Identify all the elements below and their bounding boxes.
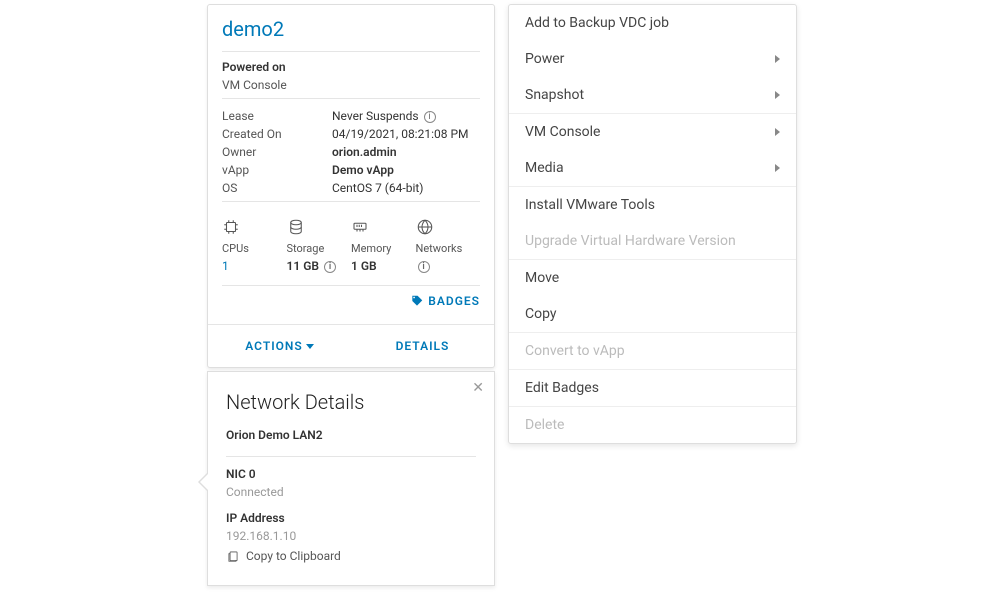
network-icon (416, 218, 481, 236)
storage-value: 11 GB (287, 259, 320, 273)
cpus-value[interactable]: 1 (222, 259, 287, 273)
network-details-title: Network Details (226, 390, 476, 414)
os-label: OS (222, 181, 332, 195)
info-icon[interactable]: i (324, 261, 336, 273)
menu-snapshot[interactable]: Snapshot (509, 77, 796, 113)
vm-power-status: Powered on (222, 60, 480, 74)
cpus-label: CPUs (222, 242, 287, 255)
menu-media[interactable]: Media (509, 150, 796, 186)
menu-convert-to-vapp: Convert to vApp (509, 333, 796, 369)
copy-to-clipboard-button[interactable]: Copy to Clipboard (226, 549, 476, 563)
vm-card: demo2 Powered on VM Console Lease Never … (207, 4, 495, 368)
details-button[interactable]: DETAILS (351, 325, 494, 367)
lease-label: Lease (222, 109, 332, 123)
menu-power[interactable]: Power (509, 41, 796, 77)
badges-link[interactable]: BADGES (410, 294, 480, 308)
menu-upgrade-virtual-hardware: Upgrade Virtual Hardware Version (509, 223, 796, 259)
nic-status: Connected (226, 485, 476, 499)
actions-context-menu: Add to Backup VDC job Power Snapshot VM … (508, 4, 797, 444)
vapp-value: Demo vApp (332, 163, 480, 177)
os-value: CentOS 7 (64-bit) (332, 181, 480, 195)
network-details-popover: ✕ Network Details Orion Demo LAN2 NIC 0 … (207, 371, 495, 586)
menu-install-vmware-tools[interactable]: Install VMware Tools (509, 187, 796, 223)
close-icon[interactable]: ✕ (472, 380, 484, 396)
vm-properties: Lease Never Suspends i Created On 04/19/… (222, 107, 480, 197)
memory-icon (351, 218, 416, 236)
vm-resources: CPUs 1 Storage 11 GB i (222, 210, 480, 281)
network-name: Orion Demo LAN2 (226, 428, 476, 450)
created-label: Created On (222, 127, 332, 141)
cpu-icon (222, 218, 287, 236)
chevron-right-icon (775, 55, 780, 63)
chevron-right-icon (775, 128, 780, 136)
networks-label: Networks (416, 242, 481, 255)
owner-value: orion.admin (332, 145, 480, 159)
created-value: 04/19/2021, 08:21:08 PM (332, 127, 480, 141)
storage-icon (287, 218, 352, 236)
menu-vm-console[interactable]: VM Console (509, 114, 796, 150)
menu-delete: Delete (509, 407, 796, 443)
storage-label: Storage (287, 242, 352, 255)
tag-icon (410, 294, 424, 308)
clipboard-icon (226, 549, 240, 563)
chevron-right-icon (775, 91, 780, 99)
ip-address-value: 192.168.1.10 (226, 529, 476, 543)
menu-move[interactable]: Move (509, 260, 796, 296)
info-icon[interactable]: i (418, 261, 430, 273)
lease-value: Never Suspends (332, 109, 419, 123)
menu-edit-badges[interactable]: Edit Badges (509, 370, 796, 406)
chevron-right-icon (775, 164, 780, 172)
nic-label: NIC 0 (226, 467, 476, 481)
info-icon[interactable]: i (424, 111, 436, 123)
owner-label: Owner (222, 145, 332, 159)
memory-label: Memory (351, 242, 416, 255)
vm-title[interactable]: demo2 (222, 17, 480, 47)
ip-address-label: IP Address (226, 511, 476, 525)
memory-value: 1 GB (351, 259, 416, 273)
actions-button[interactable]: ACTIONS (208, 325, 351, 367)
menu-add-to-backup[interactable]: Add to Backup VDC job (509, 5, 796, 41)
vm-console-link[interactable]: VM Console (222, 78, 480, 92)
vapp-label: vApp (222, 163, 332, 177)
menu-copy[interactable]: Copy (509, 296, 796, 332)
